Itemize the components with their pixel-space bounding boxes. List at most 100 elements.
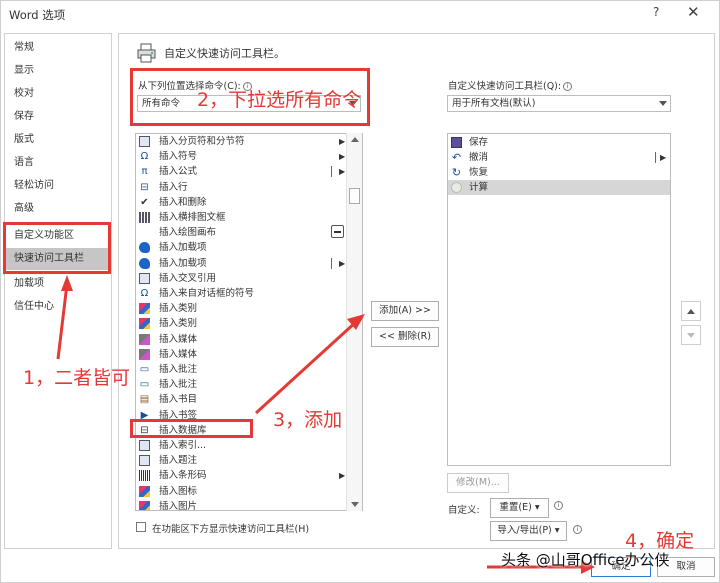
nav-item-display[interactable]: 显示	[5, 60, 111, 82]
chevron-right-icon: ▶	[660, 153, 667, 162]
command-list[interactable]: 插入分页符和分节符 ▶ Ω 插入符号 ▶ π 插入公式 ▶ ⊟ 插入行 ✔ 插入和删除 插入横…	[135, 133, 363, 511]
omega-icon: Ω	[140, 288, 149, 299]
annotation-box-database	[130, 419, 253, 438]
redo-icon: ↻	[451, 166, 462, 179]
category-icon	[139, 303, 150, 315]
save-icon	[451, 137, 462, 148]
list-item[interactable]: 插入题注	[136, 453, 346, 468]
watermark: 头条 @山哥Office办公侠	[501, 551, 670, 569]
nav-item-accessibility[interactable]: 轻松访问	[5, 175, 111, 197]
list-item[interactable]: 插入加载项 ▶	[136, 256, 346, 271]
pi-icon: π	[141, 166, 148, 178]
icons-icon	[139, 485, 150, 497]
list-item[interactable]: 插入类别	[136, 301, 346, 316]
annotation-step-2: 2，下拉选所有命令	[197, 89, 362, 111]
annotation-box-nav	[3, 222, 111, 274]
info-icon: i	[563, 82, 573, 91]
list-item[interactable]: 插入索引...	[136, 438, 346, 453]
nav-item-general[interactable]: 常规	[5, 37, 111, 59]
nav-item-advanced[interactable]: 高级	[5, 198, 111, 220]
addin-icon	[139, 257, 150, 269]
command-list-scrollbar[interactable]	[346, 133, 362, 511]
list-item[interactable]: 插入分页符和分节符 ▶	[136, 134, 346, 149]
annotation-step-3: 3，添加	[273, 409, 343, 431]
toolbar-items-list[interactable]: 保存 ↶ 撤消 ▶ ↻ 恢复 计算	[447, 133, 671, 466]
list-item[interactable]: 插入交叉引用	[136, 271, 346, 286]
scroll-thumb[interactable]	[349, 188, 360, 204]
category-icon	[139, 318, 150, 330]
nav-item-trust-center[interactable]: 信任中心	[5, 296, 111, 318]
chevron-right-icon: ▶	[339, 258, 346, 268]
list-item[interactable]: 插入媒体	[136, 332, 346, 347]
title-bar: Word 选项 ? ✕	[1, 1, 719, 29]
media-icon	[139, 348, 150, 360]
show-below-ribbon-label: 在功能区下方显示快速访问工具栏(H)	[152, 524, 310, 535]
close-button[interactable]: ✕	[687, 3, 700, 21]
chevron-right-icon: ▶	[339, 167, 346, 177]
word-options-dialog: Word 选项 ? ✕ 常规 显示 校对 保存 版式 语言 轻松访问 高级 自定…	[0, 0, 720, 583]
chevron-down-icon	[659, 101, 667, 106]
nav-item-language[interactable]: 语言	[5, 152, 111, 174]
move-down-button[interactable]	[681, 325, 701, 345]
list-item[interactable]: ▭ 插入批注	[136, 377, 346, 392]
list-item[interactable]: ▭ 插入批注	[136, 362, 346, 377]
remove-button[interactable]: << 删除(R)	[371, 327, 439, 347]
reset-button[interactable]: 重置(E) ▾	[490, 498, 549, 518]
customize-label: 自定义:	[448, 505, 480, 516]
quick-access-toolbar-icon	[137, 43, 156, 63]
list-item[interactable]: π 插入公式 ▶	[136, 164, 346, 179]
modify-button[interactable]: 修改(M)...	[447, 473, 509, 493]
list-item[interactable]: 插入横排图文框	[136, 210, 346, 225]
list-item[interactable]: 插入类别	[136, 316, 346, 331]
annotation-step-1: 1，二者皆可	[23, 367, 131, 389]
chevron-right-icon: ▶	[339, 152, 346, 162]
customize-toolbar-label: 自定义快速访问工具栏(Q): i	[448, 78, 573, 92]
scroll-down-icon[interactable]	[351, 502, 359, 507]
list-item[interactable]: ↻ 恢复	[448, 165, 670, 180]
list-item[interactable]: 保存	[448, 135, 670, 150]
list-item[interactable]: 计算	[448, 180, 670, 195]
media-icon	[139, 333, 150, 345]
list-item[interactable]: 插入绘图画布	[136, 225, 346, 240]
toolbar-scope-dropdown[interactable]: 用于所有文档(默认)	[447, 95, 671, 112]
show-below-ribbon-checkbox[interactable]	[136, 522, 146, 532]
index-icon	[139, 440, 150, 451]
addin-icon	[139, 242, 150, 254]
bibliography-icon: ▤	[139, 394, 150, 406]
check-icon: ✔	[140, 196, 149, 208]
nav-item-layout[interactable]: 版式	[5, 129, 111, 151]
import-export-button[interactable]: 导入/导出(P) ▾	[490, 521, 567, 541]
list-item[interactable]: Ω 插入来自对话框的符号	[136, 286, 346, 301]
add-button[interactable]: 添加(A) >>	[371, 301, 439, 321]
help-button[interactable]: ?	[653, 5, 659, 19]
canvas-dropdown-icon[interactable]	[331, 225, 344, 238]
chevron-right-icon: ▶	[339, 137, 346, 146]
list-item[interactable]: Ω 插入符号 ▶	[136, 149, 346, 164]
list-item[interactable]: ↶ 撤消 ▶	[448, 150, 670, 165]
list-item[interactable]: ✔ 插入和删除	[136, 195, 346, 210]
info-icon: i	[573, 525, 582, 534]
picture-icon	[139, 500, 150, 510]
move-up-button[interactable]	[681, 301, 701, 321]
list-item[interactable]: 插入图片	[136, 499, 346, 510]
scroll-up-icon[interactable]	[351, 137, 359, 142]
options-nav: 常规 显示 校对 保存 版式 语言 轻松访问 高级 自定义功能区 快速访问工具栏…	[4, 33, 112, 549]
list-item[interactable]: 插入图标	[136, 484, 346, 499]
insert-row-icon: ⊟	[140, 181, 149, 193]
nav-item-save[interactable]: 保存	[5, 106, 111, 128]
crossref-icon	[139, 272, 150, 284]
page-title: 自定义快速访问工具栏。	[164, 47, 285, 60]
list-item[interactable]: 插入加载项	[136, 240, 346, 255]
nav-item-proofing[interactable]: 校对	[5, 83, 111, 105]
list-item[interactable]: 插入媒体	[136, 347, 346, 362]
comment-icon: ▭	[139, 379, 150, 391]
calculate-icon	[451, 182, 462, 193]
list-item[interactable]: 插入条形码 ▶	[136, 468, 346, 483]
omega-icon: Ω	[140, 151, 149, 163]
undo-icon: ↶	[451, 151, 462, 164]
nav-item-addins[interactable]: 加载项	[5, 273, 111, 295]
barcode-icon	[139, 470, 150, 482]
list-item[interactable]: ⊟ 插入行	[136, 180, 346, 195]
chevron-right-icon: ▶	[339, 471, 346, 481]
info-icon: i	[554, 501, 563, 510]
